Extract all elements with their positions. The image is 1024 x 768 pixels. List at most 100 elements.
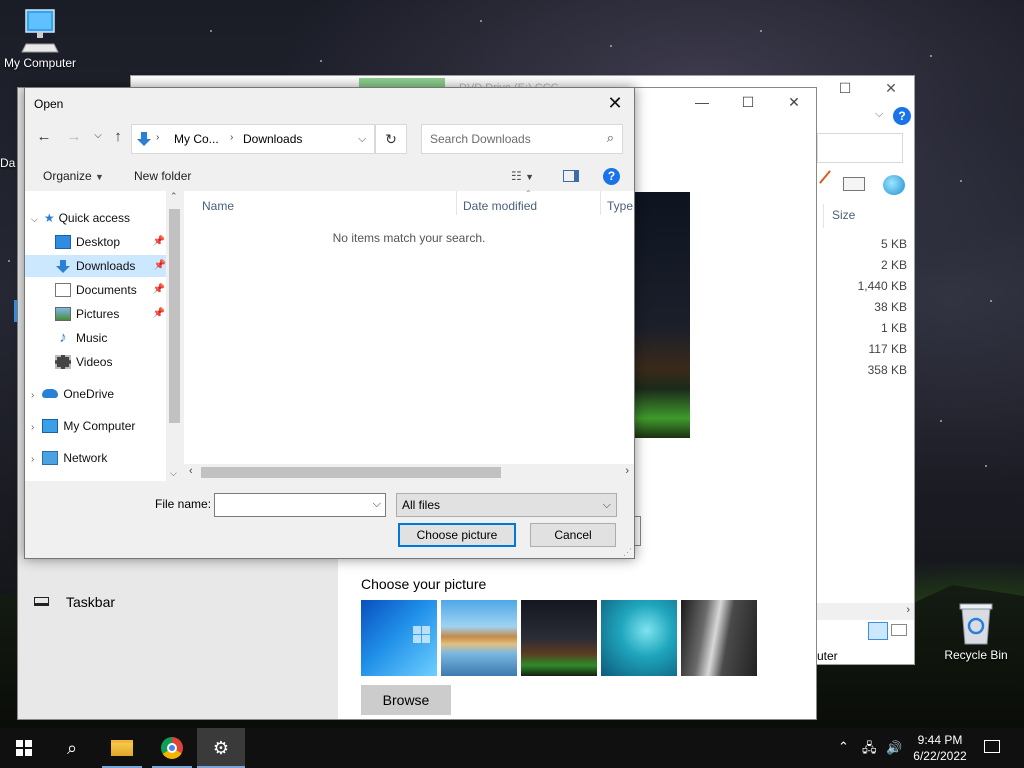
taskbar: ⌕ ⚙ ⌃ 🖧 🔊 9:44 PM 6/22/2022	[0, 728, 1024, 768]
scroll-up-icon[interactable]: ⌃	[170, 191, 178, 202]
file-type-filter-select[interactable]: All files ⌵	[396, 493, 617, 517]
new-folder-button[interactable]: New folder	[134, 169, 191, 183]
minimize-icon[interactable]: —	[682, 94, 722, 110]
pin-icon[interactable]: 📌	[153, 231, 165, 253]
clock[interactable]: 9:44 PM 6/22/2022	[906, 728, 974, 768]
collapsed-chevron-icon[interactable]: ›	[31, 454, 34, 465]
size-column-label: Size	[832, 208, 856, 222]
nav-item-videos[interactable]: Videos	[55, 351, 112, 373]
nav-item-quick-access[interactable]: ⌵ ★ Quick access	[31, 207, 130, 229]
nav-item-downloads[interactable]: Downloads 📌	[25, 255, 166, 277]
background-hscroll[interactable]: ›	[817, 603, 914, 620]
taskbar-file-explorer[interactable]	[98, 728, 146, 768]
network-status-icon[interactable]: 🖧	[862, 728, 877, 768]
picture-thumbnail-rock[interactable]	[681, 600, 757, 676]
picture-thumbnail-beach[interactable]	[441, 600, 517, 676]
nav-item-desktop[interactable]: Desktop 📌	[55, 231, 165, 253]
address-bar[interactable]: › My Co... › Downloads ⌵	[131, 124, 375, 154]
dialog-title: Open	[34, 97, 64, 111]
search-input[interactable]: Search Downloads ⌕	[421, 124, 623, 154]
pin-icon[interactable]: 📌	[154, 255, 166, 277]
volume-icon[interactable]: 🔊	[886, 728, 902, 768]
settings-nav-item-taskbar[interactable]: Taskbar	[18, 588, 338, 618]
column-header-date-modified[interactable]: Date modified	[463, 199, 537, 213]
scroll-right-icon[interactable]: ›	[625, 465, 629, 477]
recent-locations-chevron-icon[interactable]: ⌵	[87, 130, 109, 141]
pin-icon[interactable]: 📌	[153, 279, 165, 301]
refresh-button[interactable]: ↻	[375, 124, 407, 154]
cancel-button[interactable]: Cancel	[530, 523, 616, 547]
maximize-icon[interactable]: ☐	[833, 80, 857, 97]
up-arrow-icon[interactable]: ↑	[107, 128, 129, 145]
scroll-down-icon[interactable]: ⌵	[170, 468, 177, 479]
search-button[interactable]: ⌕	[48, 728, 96, 768]
scrollbar-thumb[interactable]	[169, 209, 180, 423]
chevron-down-icon: ▼	[95, 172, 104, 182]
pin-icon[interactable]: 📌	[153, 303, 165, 325]
file-name-input[interactable]: ⌵	[214, 493, 386, 517]
show-hidden-icons-chevron-icon[interactable]: ⌃	[838, 728, 849, 768]
collapsed-chevron-icon[interactable]: ›	[31, 390, 34, 401]
pen-icon[interactable]	[819, 170, 831, 184]
taskbar-chrome[interactable]	[148, 728, 196, 768]
close-icon[interactable]: ✕	[774, 94, 814, 111]
desktop-folder-icon	[55, 234, 71, 249]
nav-item-onedrive[interactable]: › OneDrive	[31, 383, 114, 405]
chevron-down-icon[interactable]: ⌵	[875, 108, 883, 121]
breadcrumb-item-current[interactable]: Downloads	[243, 132, 302, 146]
nav-pane-scrollbar[interactable]: ⌃ ⌵	[166, 191, 183, 481]
expanded-chevron-icon[interactable]: ⌵	[31, 214, 38, 224]
details-view-icon[interactable]	[868, 622, 888, 640]
search-icon[interactable]: ⌕	[607, 130, 614, 146]
search-icon: ⌕	[66, 738, 78, 758]
column-separator[interactable]	[456, 191, 457, 215]
back-arrow-icon[interactable]: ←	[33, 128, 55, 145]
column-header-type[interactable]: Type	[607, 199, 633, 213]
breadcrumb-item[interactable]: My Co...	[174, 132, 219, 146]
desktop-icon-my-computer[interactable]: My Computer	[0, 8, 80, 70]
forward-arrow-icon[interactable]: →	[63, 128, 85, 145]
background-search-box[interactable]	[817, 133, 903, 163]
taskbar-settings[interactable]: ⚙	[197, 728, 245, 768]
file-list-horizontal-scrollbar[interactable]: ‹ ›	[184, 464, 634, 481]
start-button[interactable]	[0, 728, 48, 768]
scroll-left-icon[interactable]: ‹	[189, 465, 193, 477]
maximize-icon[interactable]: ☐	[728, 94, 768, 111]
nav-item-network[interactable]: › Network	[31, 447, 107, 469]
size-column-header[interactable]: Size	[823, 204, 915, 228]
desktop-icon-recycle-bin[interactable]: Recycle Bin	[938, 602, 1014, 662]
help-icon[interactable]: ?	[603, 168, 620, 185]
choose-picture-button[interactable]: Choose picture	[398, 523, 516, 547]
resize-grip-icon[interactable]: ⋰	[623, 547, 632, 558]
picture-thumbnail-windows[interactable]	[361, 600, 437, 676]
open-file-dialog[interactable]: Open ✕ ← → ⌵ ↑ › My Co... › Downloads ⌵ …	[24, 87, 635, 559]
column-header-name[interactable]: Name	[202, 199, 234, 213]
column-separator[interactable]	[600, 191, 601, 215]
documents-icon	[55, 282, 71, 297]
browse-button[interactable]: Browse	[361, 685, 451, 715]
notifications-icon[interactable]	[984, 740, 1000, 753]
globe-icon[interactable]	[883, 175, 905, 195]
scrollbar-thumb[interactable]	[201, 467, 501, 478]
nav-item-music[interactable]: ♪ Music	[55, 327, 107, 349]
nav-item-documents[interactable]: Documents 📌	[55, 279, 165, 301]
chevron-down-icon[interactable]: ⌵	[603, 494, 611, 516]
nav-item-my-computer[interactable]: › My Computer	[31, 415, 135, 437]
large-icons-view-icon[interactable]	[891, 624, 907, 636]
close-icon[interactable]: ✕	[602, 92, 628, 114]
chevron-down-icon[interactable]: ⌵	[373, 498, 381, 511]
file-list[interactable]: Name Date modified ⌃ Type No items match…	[184, 189, 634, 481]
properties-icon[interactable]	[843, 177, 865, 191]
view-options-icon[interactable]: ☷ ▼	[511, 169, 534, 183]
preview-pane-icon[interactable]	[563, 170, 579, 182]
nav-item-pictures[interactable]: Pictures 📌	[55, 303, 165, 325]
collapsed-chevron-icon[interactable]: ›	[31, 422, 34, 433]
close-icon[interactable]: ✕	[879, 80, 903, 97]
address-dropdown-chevron-icon[interactable]: ⌵	[358, 133, 366, 146]
downloads-arrow-icon	[137, 132, 151, 146]
picture-thumbnail-night-sky[interactable]	[521, 600, 597, 676]
help-icon[interactable]: ?	[893, 107, 911, 125]
scroll-right-icon[interactable]: ›	[906, 604, 910, 616]
organize-button[interactable]: Organize ▼	[43, 169, 104, 183]
picture-thumbnail-underwater[interactable]	[601, 600, 677, 676]
